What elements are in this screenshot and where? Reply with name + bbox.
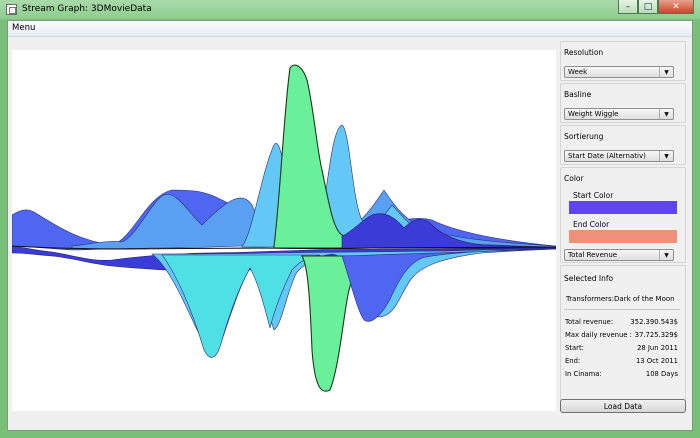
info-divider	[564, 309, 680, 310]
control-panel: Resolution Week ▼ Basline Weight Wiggle …	[560, 41, 688, 409]
color-metric-value: Total Revenue	[568, 251, 618, 259]
baseline-value: Weight Wiggle	[568, 110, 619, 118]
resolution-select[interactable]: Week ▼	[564, 66, 674, 78]
end-color-label: End Color	[573, 220, 610, 229]
menu-item-menu[interactable]: Menu	[12, 23, 35, 33]
info-value: 352.390.543$	[630, 318, 678, 326]
info-label: In Cinama:	[565, 370, 602, 378]
sort-label: Sortierung	[564, 132, 604, 141]
start-color-swatch[interactable]	[569, 201, 677, 214]
baseline-select[interactable]: Weight Wiggle ▼	[564, 108, 674, 120]
load-data-button[interactable]: Load Data	[560, 399, 686, 413]
menu-bar: Menu	[8, 21, 692, 37]
window-frame: Stream Graph: 3DMovieData – □ ✕ Menu Res…	[0, 0, 700, 438]
sort-value: Start Date (Alternativ)	[568, 152, 646, 160]
stream-layer[interactable]	[341, 248, 557, 322]
info-label: Start:	[565, 344, 584, 352]
maximize-button[interactable]: □	[638, 0, 658, 14]
info-row: Max daily revenue : 37.725.329$	[565, 331, 678, 339]
info-row: Start: 28 Jun 2011	[565, 344, 678, 352]
streamgraph-canvas[interactable]	[11, 50, 557, 411]
info-row: End: 13 Oct 2011	[565, 357, 678, 365]
info-label: End:	[565, 357, 581, 365]
minimize-button[interactable]: –	[618, 0, 638, 14]
close-button[interactable]: ✕	[658, 0, 694, 14]
resolution-value: Week	[568, 68, 588, 76]
color-label: Color	[564, 174, 584, 183]
resolution-label: Resolution	[564, 48, 604, 57]
window-app-icon	[6, 4, 17, 15]
chevron-down-icon: ▼	[659, 109, 673, 119]
selected-movie-name: Transformers:Dark of the Moon	[566, 295, 675, 303]
title-bar[interactable]: Stream Graph: 3DMovieData – □ ✕	[0, 0, 700, 20]
info-row: In Cinama: 108 Days	[565, 370, 678, 378]
chevron-down-icon: ▼	[659, 151, 673, 161]
end-color-swatch[interactable]	[569, 230, 677, 243]
info-value: 108 Days	[645, 370, 678, 378]
info-value: 13 Oct 2011	[635, 357, 678, 365]
streamgraph-svg[interactable]	[11, 50, 557, 411]
baseline-label: Basline	[564, 90, 592, 99]
info-row: Total revenue: 352.390.543$	[565, 318, 678, 326]
chevron-down-icon: ▼	[659, 67, 673, 77]
client-area: Menu Resolution Week ▼ Basline Weight Wi…	[7, 20, 693, 431]
selected-info-heading: Selected Info	[564, 274, 614, 283]
info-value: 28 Jun 2011	[637, 344, 678, 352]
color-metric-select[interactable]: Total Revenue ▼	[564, 249, 674, 261]
chevron-down-icon: ▼	[659, 250, 673, 260]
window-controls: – □ ✕	[618, 0, 694, 16]
start-color-label: Start Color	[573, 191, 614, 200]
sort-select[interactable]: Start Date (Alternativ) ▼	[564, 150, 674, 162]
info-label: Max daily revenue :	[565, 331, 632, 339]
info-label: Total revenue:	[565, 318, 614, 326]
window-title: Stream Graph: 3DMovieData	[22, 4, 152, 14]
info-value: 37.725.329$	[634, 331, 678, 339]
